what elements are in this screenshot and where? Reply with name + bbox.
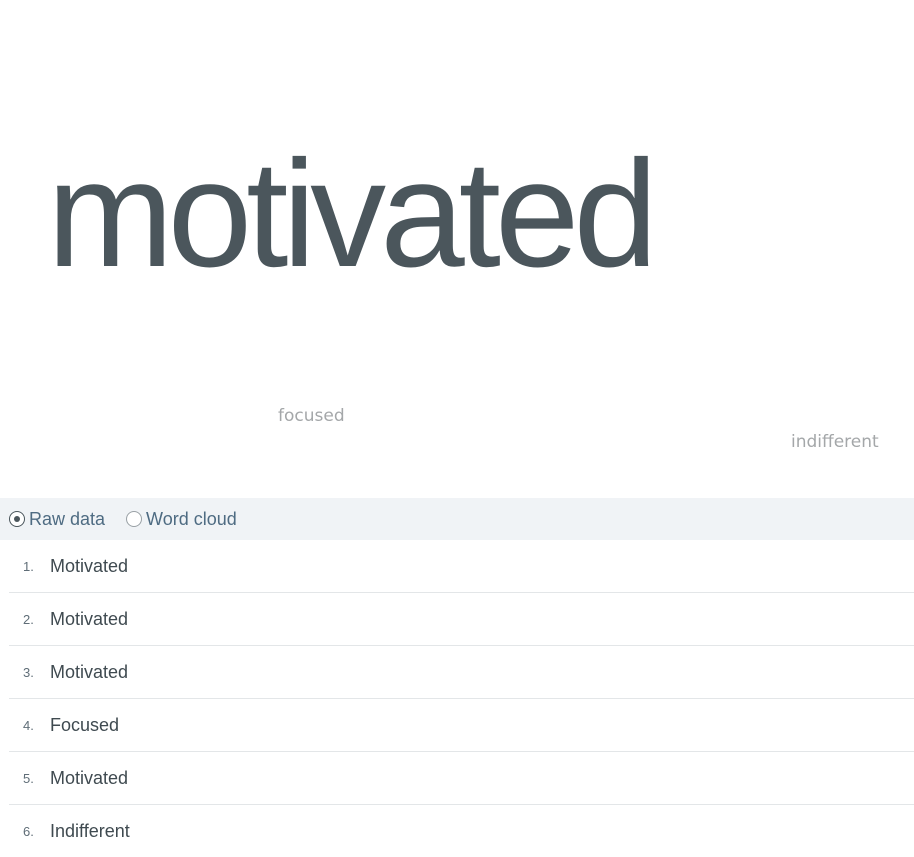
word-cloud-word-focused: focused xyxy=(278,406,345,426)
list-item-number: 4. xyxy=(23,717,34,733)
raw-data-label[interactable]: Raw data xyxy=(29,509,105,530)
list-item-number: 5. xyxy=(23,770,34,786)
response-list: 1. Motivated 2. Motivated 3. Motivated 4… xyxy=(9,540,914,857)
word-cloud: motivated focused indifferent xyxy=(0,0,914,498)
raw-data-option[interactable]: Raw data xyxy=(9,509,105,530)
list-item-number: 1. xyxy=(23,558,34,574)
list-item-number: 6. xyxy=(23,823,34,839)
word-cloud-label[interactable]: Word cloud xyxy=(146,509,237,530)
view-toggle-bar: Raw data Word cloud xyxy=(0,498,914,540)
list-item: 5. Motivated xyxy=(9,752,914,805)
list-item-text: Indifferent xyxy=(50,820,130,841)
poll-results-page: motivated focused indifferent Raw data W… xyxy=(0,0,914,857)
list-item: 6. Indifferent xyxy=(9,805,914,857)
word-cloud-word-motivated: motivated xyxy=(47,129,658,299)
radio-checked-icon[interactable] xyxy=(9,511,25,527)
list-item: 1. Motivated xyxy=(9,540,914,593)
list-item-text: Motivated xyxy=(50,555,129,576)
list-item: 2. Motivated xyxy=(9,593,914,646)
list-item: 4. Focused xyxy=(9,699,914,752)
list-item-text: Focused xyxy=(50,714,120,735)
word-cloud-option[interactable]: Word cloud xyxy=(126,509,237,530)
word-cloud-word-indifferent: indifferent xyxy=(791,432,879,452)
list-item-number: 2. xyxy=(23,611,34,627)
list-item-text: Motivated xyxy=(50,767,129,788)
radio-unchecked-icon[interactable] xyxy=(126,511,143,527)
list-item-text: Motivated xyxy=(50,661,129,682)
list-item-number: 3. xyxy=(23,664,34,680)
list-item: 3. Motivated xyxy=(9,646,914,699)
list-item-text: Motivated xyxy=(50,608,129,629)
